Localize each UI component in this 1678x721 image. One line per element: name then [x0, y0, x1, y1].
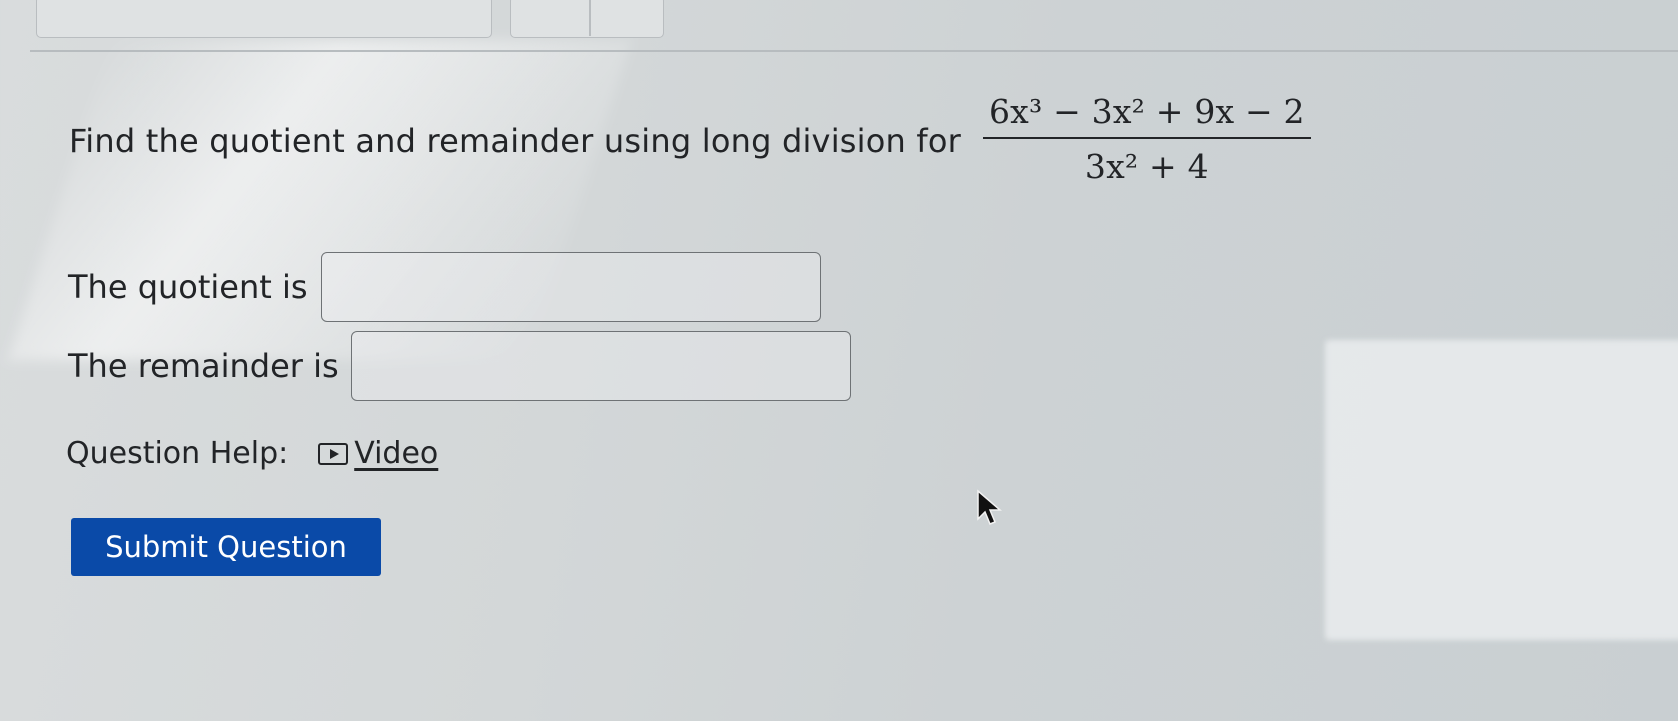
- screen-glare-right: [1325, 340, 1678, 640]
- mouse-pointer-icon: [977, 489, 1003, 525]
- question-help-label: Question Help:: [66, 436, 289, 471]
- remainder-row: The remainder is: [68, 331, 851, 401]
- submit-question-button[interactable]: Submit Question: [71, 518, 381, 576]
- header-divider: [30, 50, 1678, 52]
- fraction-denominator: 3x² + 4: [1084, 147, 1209, 186]
- math-fraction: 6x³ − 3x² + 9x − 2 3x² + 4: [982, 92, 1311, 186]
- question-selector-box[interactable]: [36, 0, 492, 38]
- fraction-numerator: 6x³ − 3x² + 9x − 2: [988, 92, 1305, 131]
- quotient-row: The quotient is: [68, 252, 821, 322]
- remainder-label: The remainder is: [68, 347, 339, 385]
- top-navigation-strip: [0, 0, 1678, 58]
- question-statement: Find the quotient and remainder using lo…: [69, 92, 1311, 186]
- video-link-label: Video: [354, 436, 439, 471]
- question-prompt: Find the quotient and remainder using lo…: [69, 122, 961, 160]
- video-help-link[interactable]: Video: [318, 436, 438, 471]
- remainder-input[interactable]: [350, 331, 851, 401]
- nav-divider: [589, 0, 591, 36]
- play-video-icon: [318, 442, 349, 465]
- question-nav-buttons[interactable]: [510, 0, 664, 38]
- quotient-label: The quotient is: [68, 268, 308, 306]
- question-help: Question Help: Video: [66, 436, 438, 471]
- quotient-input[interactable]: [320, 252, 821, 322]
